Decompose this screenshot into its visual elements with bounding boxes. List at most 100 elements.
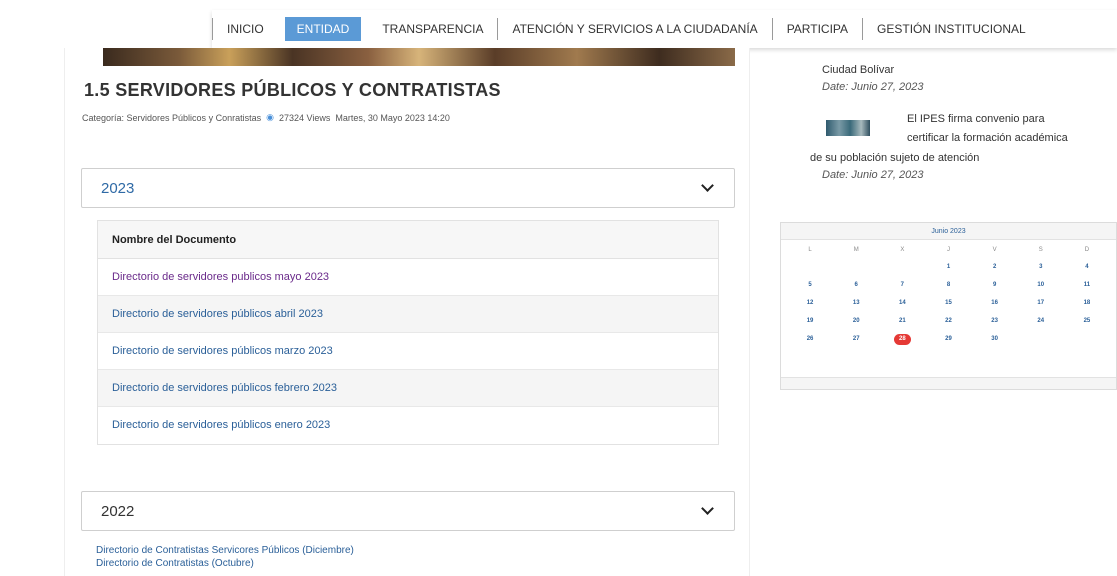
calendar-day (1064, 330, 1110, 348)
calendar-day[interactable]: 18 (1064, 294, 1110, 312)
calendar-day-number: 11 (1083, 282, 1091, 288)
calendar-day[interactable]: 15 (925, 294, 971, 312)
news-date: Date: Junio 27, 2023 (822, 81, 924, 93)
article-category[interactable]: Categoría: Servidores Públicos y Conrati… (82, 113, 261, 123)
article-views: 27324 Views (278, 112, 331, 123)
table-row-link[interactable]: Directorio de servidores públicos enero … (98, 407, 718, 444)
calendar-day[interactable]: 3 (1018, 258, 1064, 276)
calendar-day-number: 28 (893, 334, 911, 345)
news-title-line[interactable]: El IPES firma convenio para (907, 113, 1045, 125)
article-meta: Categoría: Servidores Públicos y Conrati… (82, 112, 450, 123)
calendar-day[interactable]: 12 (787, 294, 833, 312)
calendar-day-number: 9 (992, 282, 997, 288)
calendar-day[interactable]: 10 (1018, 276, 1064, 294)
accordion-2022-header[interactable]: 2022 (81, 491, 735, 531)
calendar-day[interactable]: 1 (925, 258, 971, 276)
calendar-day[interactable]: 11 (1064, 276, 1110, 294)
calendar-day[interactable]: 13 (833, 294, 879, 312)
calendar-day[interactable]: 21 (879, 312, 925, 330)
calendar-day-number: 17 (1037, 300, 1045, 306)
nav-item-participa[interactable]: PARTICIPA (773, 10, 862, 48)
table-row-link[interactable]: Directorio de servidores públicos marzo … (98, 333, 718, 370)
news-title-line[interactable]: certificar la formación académica (907, 132, 1068, 144)
chevron-down-icon (701, 179, 714, 192)
calendar-day (879, 258, 925, 276)
calendar-footer (781, 377, 1116, 389)
calendar-day[interactable]: 17 (1018, 294, 1064, 312)
document-link[interactable]: Directorio de Contratistas (Octubre) (96, 557, 354, 570)
calendar-widget: Junio 2023 LMXJVSD 1 2 3 4 5 6 7 8 9 10 11 12 13 14 15… (780, 222, 1117, 390)
calendar-day-number: 18 (1083, 300, 1091, 306)
accordion-2023-label: 2023 (101, 180, 135, 197)
calendar-day-number: 1 (946, 264, 951, 270)
calendar-day[interactable]: 8 (925, 276, 971, 294)
news-title[interactable]: Ciudad Bolívar (822, 64, 894, 76)
calendar-day[interactable]: 9 (972, 276, 1018, 294)
calendar-day-number: 3 (1039, 264, 1043, 270)
nav-item-gestion[interactable]: GESTIÓN INSTITUCIONAL (863, 10, 1040, 48)
calendar-day-number: 19 (806, 318, 814, 324)
calendar-day-number: 24 (1037, 318, 1045, 324)
calendar-day-number: 27 (852, 336, 860, 342)
calendar-day[interactable]: 16 (972, 294, 1018, 312)
calendar-days: 1 2 3 4 5 6 7 8 9 10 11 12 13 14 15 16 17 18 19 20 21 22 23 24 2… (781, 258, 1116, 348)
calendar-weekday: J (946, 247, 950, 253)
nav-item-inicio[interactable]: INICIO (213, 10, 278, 48)
calendar-day[interactable]: 6 (833, 276, 879, 294)
calendar-day[interactable]: 4 (1064, 258, 1110, 276)
calendar-day[interactable]: 20 (833, 312, 879, 330)
calendar-day[interactable]: 25 (1064, 312, 1110, 330)
calendar-day[interactable]: 26 (787, 330, 833, 348)
calendar-day-number: 13 (852, 300, 860, 306)
calendar-weekday: X (900, 247, 905, 253)
calendar-day-number: 30 (991, 336, 998, 342)
article-banner-image (103, 48, 735, 66)
main-nav: INICIO ENTIDAD TRANSPARENCIA ATENCIÓN Y … (212, 10, 1117, 48)
table-row-link[interactable]: Directorio de servidores públicos abril … (98, 296, 718, 333)
table-row-link[interactable]: Directorio de servidores públicos febrer… (98, 370, 718, 407)
calendar-day-today[interactable]: 28 (879, 330, 925, 348)
calendar-day[interactable]: 27 (833, 330, 879, 348)
calendar-day[interactable]: 5 (787, 276, 833, 294)
news-date: Date: Junio 27, 2023 (822, 169, 924, 181)
calendar-day-number: 2 (992, 264, 997, 270)
calendar-day[interactable]: 24 (1018, 312, 1064, 330)
document-link[interactable]: Directorio de Contratistas Servicores Pú… (96, 544, 354, 557)
calendar-day-number: 8 (946, 282, 951, 288)
article-date: Martes, 30 Mayo 2023 14:20 (335, 112, 450, 123)
calendar-day-number: 21 (899, 318, 906, 324)
chevron-down-icon (701, 502, 714, 515)
news-thumbnail[interactable] (826, 120, 870, 136)
accordion-2023-header[interactable]: 2023 (81, 168, 735, 208)
nav-item-transparencia[interactable]: TRANSPARENCIA (368, 10, 497, 48)
calendar-weekday: L (808, 247, 812, 253)
calendar-day-number: 29 (945, 336, 952, 342)
calendar-day[interactable]: 30 (972, 330, 1018, 348)
nav-item-atencion[interactable]: ATENCIÓN Y SERVICIOS A LA CIUDADANÍA (498, 10, 771, 48)
calendar-weekday: V (992, 247, 997, 253)
calendar-day[interactable]: 14 (879, 294, 925, 312)
calendar-day-number: 22 (945, 318, 952, 324)
calendar-day[interactable]: 29 (925, 330, 971, 348)
calendar-weekdays: LMXJVSD (781, 240, 1116, 258)
calendar-weekday: D (1084, 247, 1090, 253)
calendar-day-number: 10 (1037, 282, 1045, 288)
calendar-day-number: 7 (900, 282, 905, 288)
calendar-weekday: S (1038, 247, 1043, 253)
nav-item-entidad[interactable]: ENTIDAD (284, 17, 362, 41)
calendar-day[interactable]: 7 (879, 276, 925, 294)
calendar-day (1018, 330, 1064, 348)
table-row-link[interactable]: Directorio de servidores publicos mayo 2… (98, 259, 718, 296)
calendar-day[interactable]: 22 (925, 312, 971, 330)
calendar-day[interactable]: 2 (972, 258, 1018, 276)
calendar-month-title[interactable]: Junio 2023 (781, 223, 1116, 240)
calendar-day[interactable]: 19 (787, 312, 833, 330)
calendar-day (833, 258, 879, 276)
eye-icon: ◉ (266, 112, 274, 122)
page-title: 1.5 SERVIDORES PÚBLICOS Y CONTRATISTAS (84, 80, 501, 100)
news-title-line[interactable]: de su población sujeto de atención (810, 152, 979, 164)
calendar-day[interactable]: 23 (972, 312, 1018, 330)
documents-table: Nombre del Documento Directorio de servi… (97, 220, 719, 445)
calendar-day-number: 6 (854, 282, 858, 288)
calendar-day-number: 16 (991, 300, 998, 306)
